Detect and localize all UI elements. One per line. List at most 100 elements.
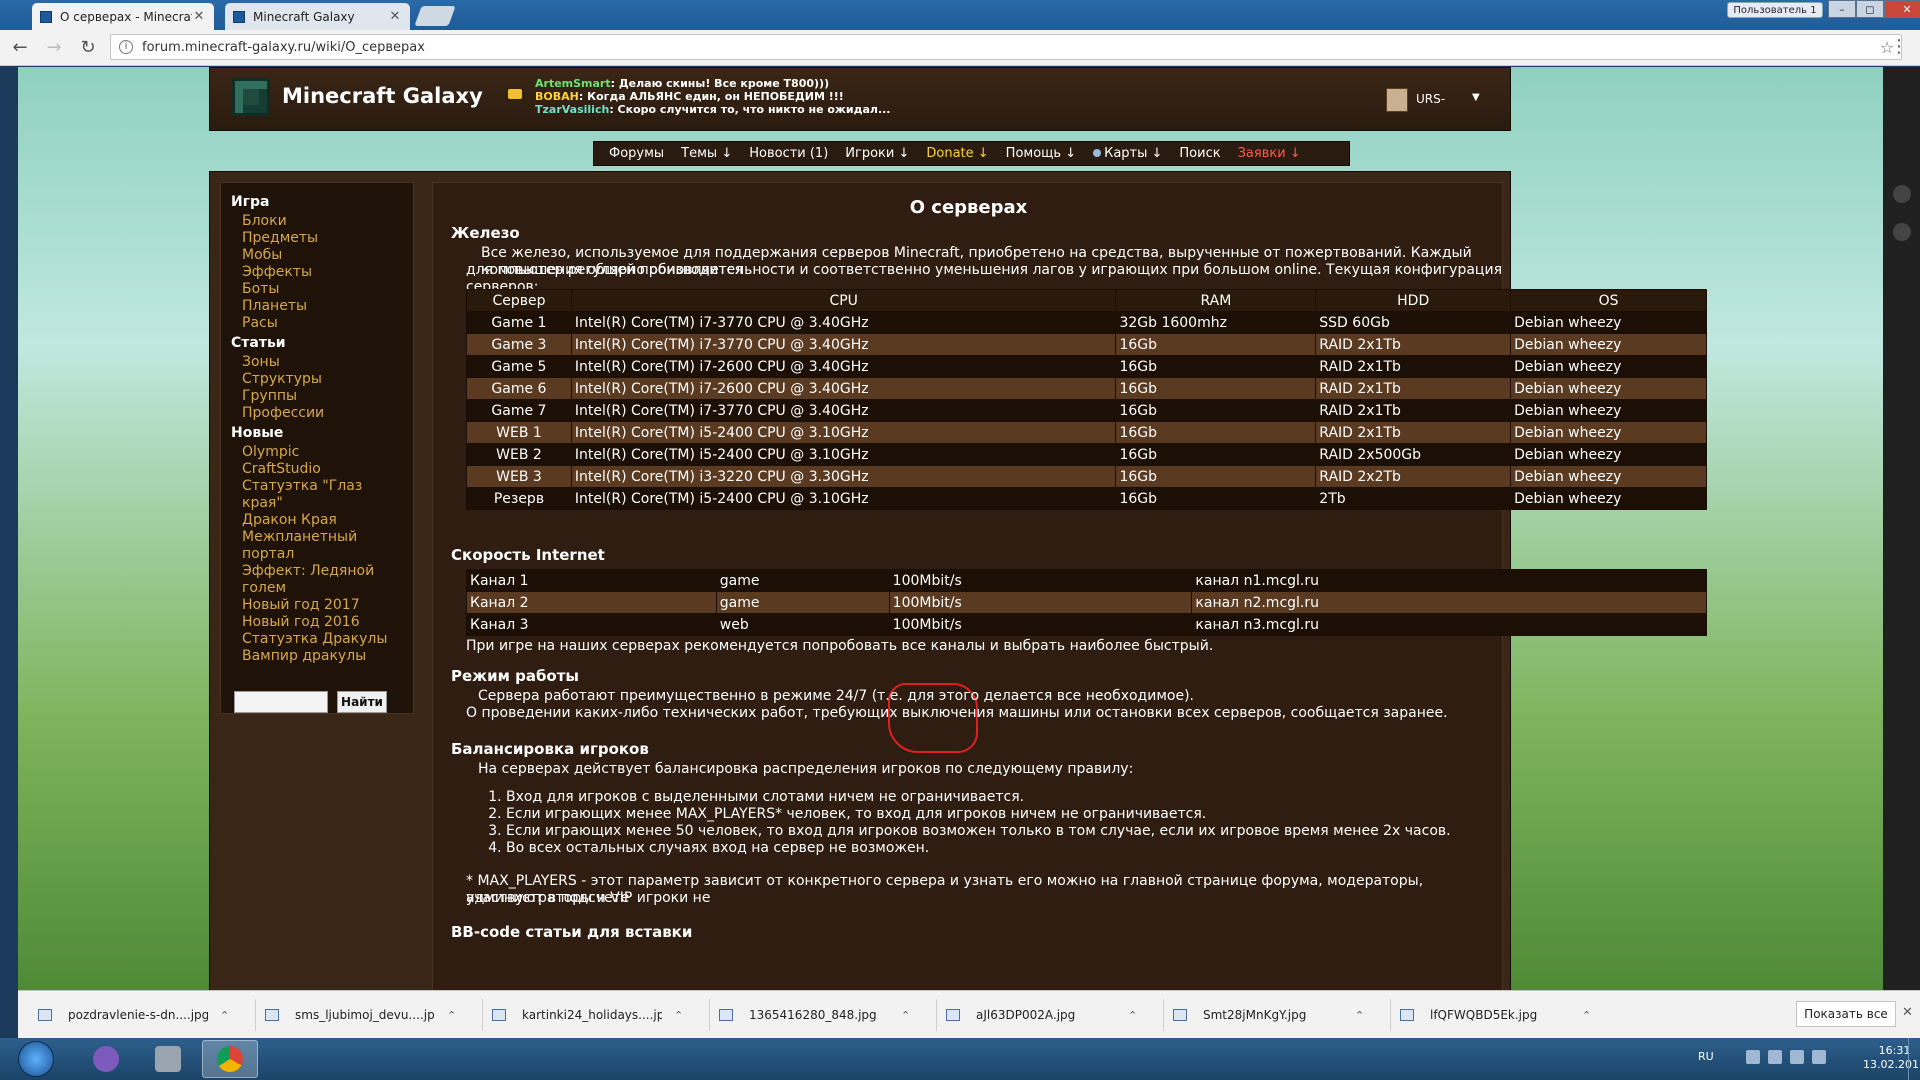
tab-close-icon[interactable]: ✕ <box>388 9 402 24</box>
table-cell: 16Gb <box>1115 487 1317 510</box>
chevron-up-icon[interactable]: ⌃ <box>674 1009 688 1022</box>
profile-button[interactable]: Пользователь 1 <box>1727 2 1823 18</box>
download-item[interactable]: pozdravlenie-s-dn....jpg ⌃ <box>38 1001 234 1029</box>
download-item[interactable]: 1365416280_848.jpg ⌃ <box>719 1001 915 1029</box>
chevron-up-icon[interactable]: ⌃ <box>1128 1009 1142 1022</box>
start-button[interactable] <box>18 1041 54 1077</box>
sidebar-link[interactable]: CraftStudio <box>231 461 413 478</box>
table-cell: 32Gb 1600mhz <box>1115 311 1317 334</box>
show-desktop-button[interactable] <box>1908 1038 1920 1080</box>
download-item[interactable]: lfQFWQBD5Ek.jpg ⌃ <box>1400 1001 1596 1029</box>
tab-about-servers[interactable]: О серверах - Minecraft G ✕ <box>32 3 214 30</box>
url-input[interactable]: i forum.minecraft-galaxy.ru/wiki/О_серве… <box>110 34 1902 60</box>
tray-app-icon[interactable] <box>1768 1050 1782 1064</box>
minimize-button[interactable]: – <box>1828 0 1856 18</box>
user-avatar[interactable] <box>1386 88 1408 112</box>
back-arrow-icon[interactable]: ← <box>6 34 34 62</box>
show-all-downloads-button[interactable]: Показать все <box>1796 1001 1896 1027</box>
creeper-logo-icon[interactable] <box>232 78 270 116</box>
sidebar-link[interactable]: Предметы <box>231 230 413 247</box>
user-name[interactable]: URS- <box>1416 92 1445 106</box>
nav-news[interactable]: Новости (1) <box>749 146 828 161</box>
download-item[interactable]: sms_ljubimoj_devu....jpg ⌃ <box>265 1001 461 1029</box>
sidebar-link[interactable]: голем <box>231 580 413 597</box>
mail-icon[interactable] <box>508 89 522 99</box>
section-heading-hardware: Железо <box>451 224 520 242</box>
nav-applications[interactable]: Заявки ↓ <box>1238 146 1301 161</box>
tray-app-icon[interactable] <box>1746 1050 1760 1064</box>
site-title[interactable]: Minecraft Galaxy <box>282 84 483 108</box>
chat-user[interactable]: TzarVasilich <box>535 103 609 116</box>
chevron-up-icon[interactable]: ⌃ <box>901 1009 915 1022</box>
chevron-up-icon[interactable]: ⌃ <box>1355 1009 1369 1022</box>
tab-minecraft-galaxy[interactable]: Minecraft Galaxy ✕ <box>225 3 410 30</box>
article-content: О серверах Железо Все железо, используем… <box>432 182 1707 990</box>
sidebar-link[interactable]: Расы <box>231 315 413 332</box>
reload-icon[interactable]: ↻ <box>74 34 102 62</box>
sidebar-link[interactable]: Боты <box>231 281 413 298</box>
sidebar-link[interactable]: портал <box>231 546 413 563</box>
sidebar-link[interactable]: Новый год 2016 <box>231 614 413 631</box>
chat-bubble-icon[interactable] <box>1893 223 1911 241</box>
image-file-icon <box>1173 1009 1187 1021</box>
nav-players[interactable]: Игроки ↓ <box>845 146 909 161</box>
sidebar-link[interactable]: края" <box>231 495 413 512</box>
sidebar-link[interactable]: Профессии <box>231 405 413 422</box>
close-window-button[interactable]: ✕ <box>1884 0 1920 18</box>
nav-topics[interactable]: Темы ↓ <box>681 146 732 161</box>
chevron-down-icon[interactable]: ▼ <box>1472 92 1480 103</box>
nav-help[interactable]: Помощь ↓ <box>1006 146 1076 161</box>
sidebar-link[interactable]: Статуэтка Дракулы <box>231 631 413 648</box>
table-cell: WEB 1 <box>466 421 572 444</box>
nav-maps[interactable]: Карты ↓ <box>1093 146 1162 161</box>
sidebar-link[interactable]: Статуэтка "Глаз <box>231 478 413 495</box>
network-icon[interactable] <box>1790 1050 1804 1064</box>
new-tab-button[interactable] <box>414 6 456 26</box>
sidebar-link[interactable]: Блоки <box>231 213 413 230</box>
image-file-icon <box>1400 1009 1414 1021</box>
taskbar-chrome[interactable] <box>202 1040 258 1078</box>
restore-button[interactable]: ◻ <box>1856 0 1884 18</box>
nav-search[interactable]: Поиск <box>1179 146 1220 161</box>
download-item[interactable]: aJl63DP002A.jpg ⌃ <box>946 1001 1142 1029</box>
download-filename: sms_ljubimoj_devu....jpg <box>295 1008 435 1022</box>
chevron-up-icon[interactable]: ⌃ <box>1582 1009 1596 1022</box>
chat-user[interactable]: ВОВАН <box>535 90 579 103</box>
sidebar-link[interactable]: Вампир дракулы <box>231 648 413 665</box>
sidebar-link[interactable]: Планеты <box>231 298 413 315</box>
forward-arrow-icon[interactable]: → <box>40 34 68 62</box>
chevron-up-icon[interactable]: ⌃ <box>447 1009 461 1022</box>
chevron-up-icon[interactable]: ⌃ <box>220 1009 234 1022</box>
nav-forums[interactable]: Форумы <box>609 146 664 161</box>
nav-donate[interactable]: Donate ↓ <box>926 146 988 161</box>
sidebar-search-input[interactable] <box>234 691 328 713</box>
sidebar-search-button[interactable]: Найти <box>337 691 387 713</box>
taskbar-viber[interactable] <box>78 1040 134 1078</box>
sidebar-link[interactable]: Olympic <box>231 444 413 461</box>
chat-user[interactable]: ArtemSmart <box>535 77 611 90</box>
browser-menu-icon[interactable]: ⋮ <box>1890 36 1908 57</box>
sidebar-link[interactable]: Дракон Края <box>231 512 413 529</box>
taskbar-lock-app[interactable] <box>140 1040 196 1078</box>
language-indicator[interactable]: RU <box>1698 1050 1714 1063</box>
list-item: Во всех остальных случаях вход на сервер… <box>506 840 1451 857</box>
table-cell: Debian wheezy <box>1510 333 1707 356</box>
sidebar-link[interactable]: Эффекты <box>231 264 413 281</box>
sidebar-link[interactable]: Группы <box>231 388 413 405</box>
download-item[interactable]: Smt28jMnKgY.jpg ⌃ <box>1173 1001 1369 1029</box>
site-info-icon[interactable]: i <box>119 40 133 54</box>
sidebar-link[interactable]: Межпланетный <box>231 529 413 546</box>
table-cell: 16Gb <box>1115 443 1317 466</box>
close-icon[interactable]: ✕ <box>1902 1005 1913 1020</box>
sidebar-link[interactable]: Новый год 2017 <box>231 597 413 614</box>
sidebar-link[interactable]: Эффект: Ледяной <box>231 563 413 580</box>
chat-message: : Скоро случится то, что никто не ожидал… <box>609 103 891 116</box>
help-icon[interactable] <box>1893 185 1911 203</box>
sidebar-link[interactable]: Зоны <box>231 354 413 371</box>
tab-close-icon[interactable]: ✕ <box>192 9 206 24</box>
download-item[interactable]: kartinki24_holidays....jpg ⌃ <box>492 1001 688 1029</box>
table-row: WEB 1 Intel(R) Core(TM) i5-2400 CPU @ 3.1… <box>466 421 1707 444</box>
sidebar-link[interactable]: Мобы <box>231 247 413 264</box>
volume-icon[interactable] <box>1812 1050 1826 1064</box>
sidebar-link[interactable]: Структуры <box>231 371 413 388</box>
